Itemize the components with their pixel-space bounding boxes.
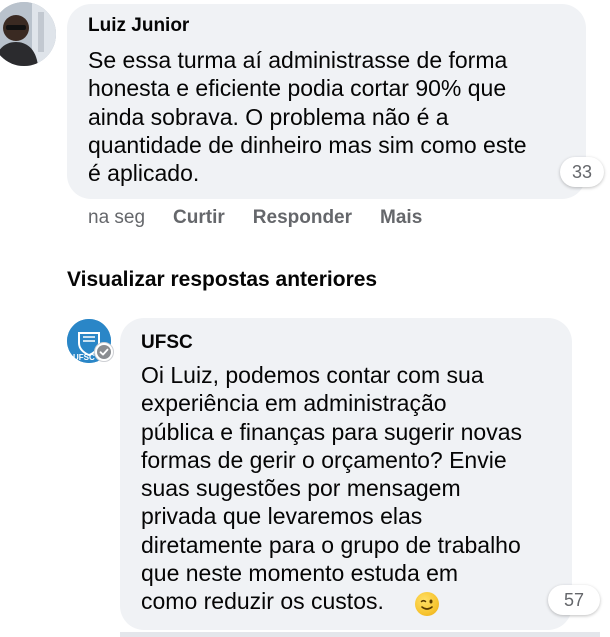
more-button[interactable]: Mais [380, 207, 422, 229]
reply-author[interactable]: UFSC [141, 332, 193, 354]
reply-reaction-count-value: 57 [563, 589, 585, 610]
comment-bubble: Luiz Junior Se essa turma aí administras… [67, 4, 586, 199]
reply-reaction-count[interactable]: 57 [548, 585, 600, 615]
comment-text: Se essa turma aí administrasse de forma … [88, 47, 527, 187]
reply-text: Oi Luiz, podemos contar com sua experiên… [141, 362, 523, 615]
reaction-count-value: 33 [571, 161, 593, 182]
winking-face-icon [415, 592, 439, 616]
like-button[interactable]: Curtir [173, 207, 225, 229]
verified-badge [94, 342, 114, 362]
comment-author[interactable]: Luiz Junior [88, 15, 189, 37]
profile-photo-icon [0, 2, 56, 66]
comment-actions: na seg Curtir Responder Mais [88, 207, 450, 229]
view-previous-replies-link[interactable]: Visualizar respostas anteriores [67, 268, 377, 292]
next-comment-edge [120, 632, 600, 637]
avatar-label: UFSC [73, 353, 95, 362]
reply-button[interactable]: Responder [253, 207, 352, 229]
checkmark-icon [97, 345, 111, 359]
avatar-luiz-junior[interactable] [0, 2, 56, 66]
reaction-count[interactable]: 33 [560, 157, 604, 187]
comment-timestamp[interactable]: na seg [88, 207, 145, 229]
reply-bubble: UFSC Oi Luiz, podemos contar com sua exp… [120, 318, 572, 630]
